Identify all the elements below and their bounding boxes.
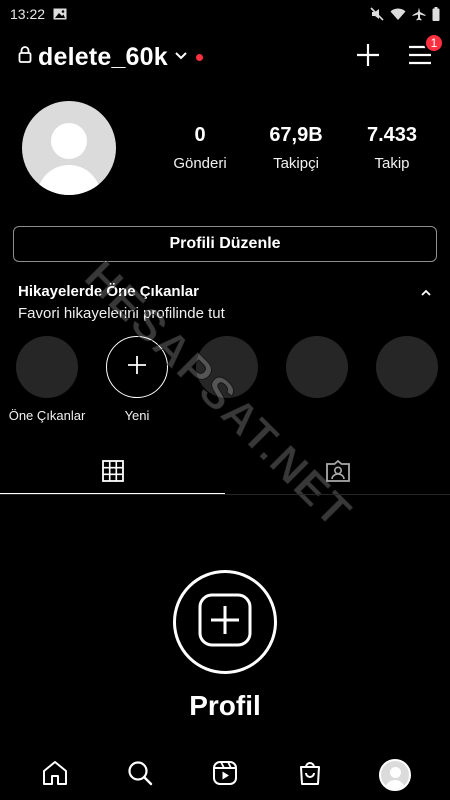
image-icon bbox=[53, 8, 67, 20]
nav-shop[interactable] bbox=[288, 753, 332, 797]
highlight-label: Yeni bbox=[124, 408, 150, 423]
stat-posts[interactable]: 0 Gönderi bbox=[152, 124, 248, 172]
stat-value: 7.433 bbox=[366, 124, 418, 146]
profile-header: delete_60k 1 bbox=[0, 32, 450, 78]
highlight-placeholder[interactable] bbox=[16, 336, 78, 398]
status-time: 13:22 bbox=[10, 6, 46, 22]
stat-label: Gönderi bbox=[173, 155, 227, 172]
edit-profile-button[interactable]: Profili Düzenle bbox=[13, 226, 437, 262]
stat-label: Takip bbox=[374, 155, 410, 172]
wifi-icon bbox=[390, 8, 406, 21]
profile-summary: 0 Gönderi 67,9B Takipçi 7.433 Takip bbox=[0, 100, 450, 196]
username[interactable]: delete_60k bbox=[38, 43, 168, 72]
stat-label: Takipçi bbox=[273, 155, 319, 172]
tab-grid[interactable] bbox=[0, 452, 225, 494]
empty-state-title: Profil bbox=[189, 690, 261, 721]
menu-button[interactable]: 1 bbox=[408, 32, 444, 70]
status-bar: 13:22 bbox=[0, 0, 450, 28]
nav-reels[interactable] bbox=[203, 753, 247, 797]
stat-following[interactable]: 7.433 Takip bbox=[344, 124, 440, 172]
tab-tagged[interactable] bbox=[225, 452, 450, 494]
nav-search[interactable] bbox=[118, 753, 162, 797]
home-icon bbox=[42, 760, 68, 791]
stat-followers[interactable]: 67,9B Takipçi bbox=[248, 124, 344, 172]
stat-value: 67,9B bbox=[269, 124, 323, 146]
profile-tabs bbox=[0, 452, 450, 494]
profile-stats: 0 Gönderi 67,9B Takipçi 7.433 Takip bbox=[152, 124, 440, 172]
search-icon bbox=[127, 760, 153, 791]
mute-icon bbox=[370, 7, 384, 21]
tagged-icon bbox=[325, 459, 350, 487]
plus-icon[interactable] bbox=[356, 43, 380, 72]
profile-avatar bbox=[379, 759, 412, 791]
avatar[interactable] bbox=[22, 101, 116, 195]
notification-badge: 1 bbox=[424, 32, 444, 53]
add-post-icon bbox=[198, 593, 252, 652]
shop-icon bbox=[297, 760, 323, 791]
battery-icon bbox=[432, 7, 440, 21]
chevron-down-icon[interactable] bbox=[174, 48, 188, 66]
tabs-divider bbox=[0, 494, 450, 495]
create-post-button[interactable] bbox=[173, 570, 277, 674]
stat-value: 0 bbox=[194, 124, 206, 146]
airplane-icon bbox=[412, 7, 426, 21]
highlight-label: Öne Çıkanlar bbox=[8, 408, 86, 423]
nav-profile[interactable] bbox=[373, 753, 417, 797]
highlight-placeholder bbox=[286, 336, 348, 398]
highlight-placeholder bbox=[376, 336, 438, 398]
nav-home[interactable] bbox=[33, 753, 77, 797]
menu-icon[interactable] bbox=[408, 45, 432, 69]
chevron-up-icon[interactable] bbox=[420, 284, 432, 302]
reels-icon bbox=[212, 760, 238, 791]
bottom-navigation bbox=[0, 750, 450, 800]
grid-icon bbox=[101, 459, 124, 487]
account-status-dot bbox=[195, 53, 203, 61]
lock-icon bbox=[18, 46, 32, 68]
